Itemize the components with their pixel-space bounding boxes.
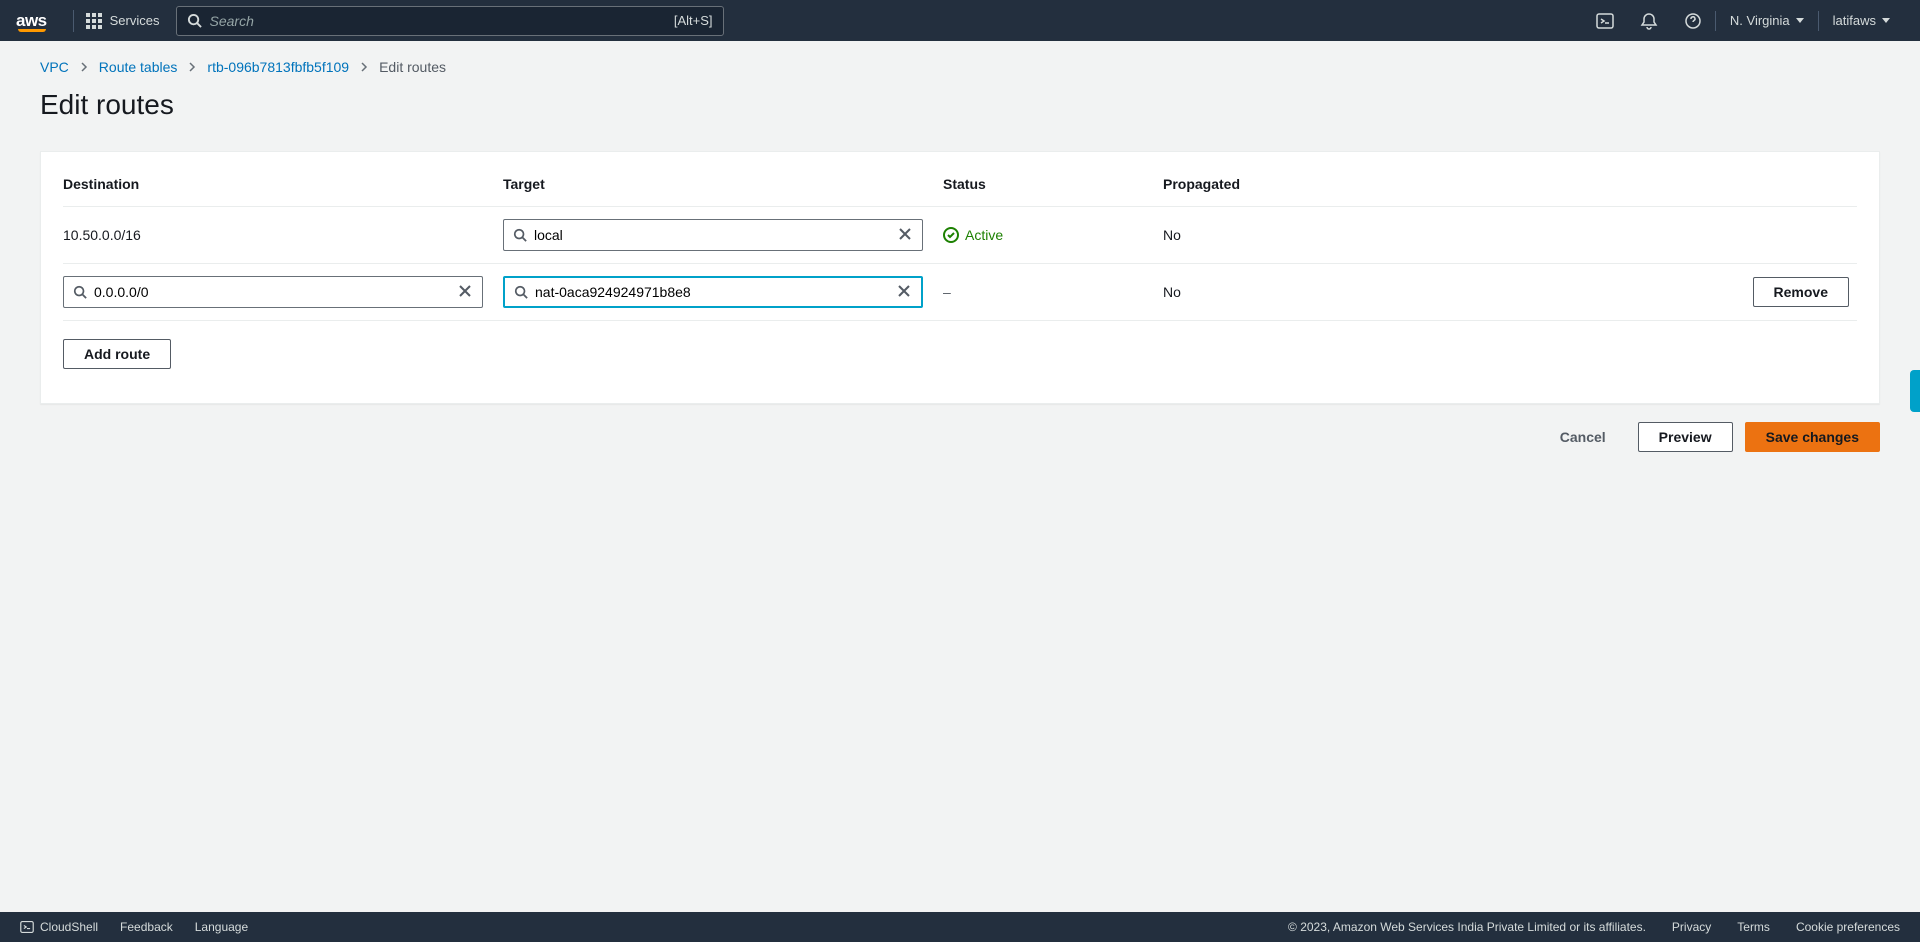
header-target: Target [503, 166, 943, 207]
search-shortcut: [Alt+S] [674, 13, 713, 28]
breadcrumb-current: Edit routes [379, 59, 446, 75]
breadcrumb: VPC Route tables rtb-096b7813fbfb5f109 E… [40, 59, 1880, 75]
breadcrumb-vpc[interactable]: VPC [40, 59, 69, 75]
route-row-default: – No Remove [63, 264, 1857, 321]
status-empty: – [943, 284, 951, 300]
target-field[interactable] [505, 278, 921, 306]
cloudshell-label: CloudShell [40, 920, 98, 934]
header-propagated: Propagated [1163, 166, 1313, 207]
clear-icon[interactable] [893, 280, 915, 305]
target-field[interactable] [504, 220, 922, 250]
remove-button[interactable]: Remove [1753, 277, 1849, 307]
target-input-nat[interactable] [503, 276, 923, 308]
user-label: latifaws [1833, 13, 1876, 28]
preview-button[interactable]: Preview [1638, 422, 1733, 452]
add-route-button[interactable]: Add route [63, 339, 171, 369]
help-icon[interactable] [1671, 1, 1715, 41]
feedback-link[interactable]: Feedback [120, 920, 173, 934]
copyright: © 2023, Amazon Web Services India Privat… [1288, 920, 1646, 934]
check-circle-icon [943, 227, 959, 243]
caret-down-icon [1882, 18, 1890, 23]
topbar-right: N. Virginia latifaws [1583, 1, 1904, 41]
chevron-right-icon [359, 62, 369, 72]
services-label: Services [110, 13, 160, 28]
region-selector[interactable]: N. Virginia [1716, 13, 1818, 28]
status-label: Active [965, 227, 1003, 243]
clear-icon[interactable] [454, 280, 476, 305]
cancel-button[interactable]: Cancel [1540, 423, 1626, 451]
feedback-tab[interactable] [1910, 370, 1920, 412]
target-input-local[interactable] [503, 219, 923, 251]
search-input[interactable] [210, 13, 674, 29]
search-icon [514, 285, 528, 299]
region-label: N. Virginia [1730, 13, 1790, 28]
clear-icon[interactable] [894, 223, 916, 248]
propagated-cell: No [1163, 207, 1313, 264]
chevron-right-icon [79, 62, 89, 72]
destination-field[interactable] [64, 277, 482, 307]
search-icon [513, 228, 527, 242]
routes-panel: Destination Target Status Propagated 10.… [40, 151, 1880, 404]
top-nav: aws Services [Alt+S] N. Virginia latifaw… [0, 0, 1920, 41]
chevron-right-icon [187, 62, 197, 72]
global-search[interactable]: [Alt+S] [176, 6, 724, 36]
header-status: Status [943, 166, 1163, 207]
search-icon [73, 285, 87, 299]
cloudshell-icon [20, 920, 34, 934]
add-route-row: Add route [63, 321, 1857, 382]
terms-link[interactable]: Terms [1737, 920, 1770, 934]
aws-logo[interactable]: aws [16, 11, 47, 31]
route-row-local: 10.50.0.0/16 Active [63, 207, 1857, 264]
grid-icon [86, 13, 102, 29]
footer: CloudShell Feedback Language © 2023, Ama… [0, 912, 1920, 942]
breadcrumb-route-tables[interactable]: Route tables [99, 59, 178, 75]
privacy-link[interactable]: Privacy [1672, 920, 1711, 934]
cookie-prefs-link[interactable]: Cookie preferences [1796, 920, 1900, 934]
action-bar: Cancel Preview Save changes [40, 422, 1880, 452]
caret-down-icon [1796, 18, 1804, 23]
cloudshell-icon[interactable] [1583, 1, 1627, 41]
search-icon [187, 13, 202, 28]
propagated-cell: No [1163, 264, 1313, 321]
cloudshell-link[interactable]: CloudShell [20, 920, 98, 934]
destination-input[interactable] [63, 276, 483, 308]
separator [73, 10, 74, 32]
destination-cell: 10.50.0.0/16 [63, 207, 503, 264]
page-title: Edit routes [40, 89, 1880, 121]
save-changes-button[interactable]: Save changes [1745, 422, 1880, 452]
page-content: VPC Route tables rtb-096b7813fbfb5f109 E… [0, 41, 1920, 470]
language-link[interactable]: Language [195, 920, 248, 934]
account-menu[interactable]: latifaws [1819, 13, 1904, 28]
header-destination: Destination [63, 166, 503, 207]
status-active: Active [943, 227, 1155, 243]
notifications-icon[interactable] [1627, 1, 1671, 41]
services-menu[interactable]: Services [86, 13, 160, 29]
routes-table: Destination Target Status Propagated 10.… [63, 166, 1857, 381]
breadcrumb-rtb[interactable]: rtb-096b7813fbfb5f109 [207, 59, 349, 75]
